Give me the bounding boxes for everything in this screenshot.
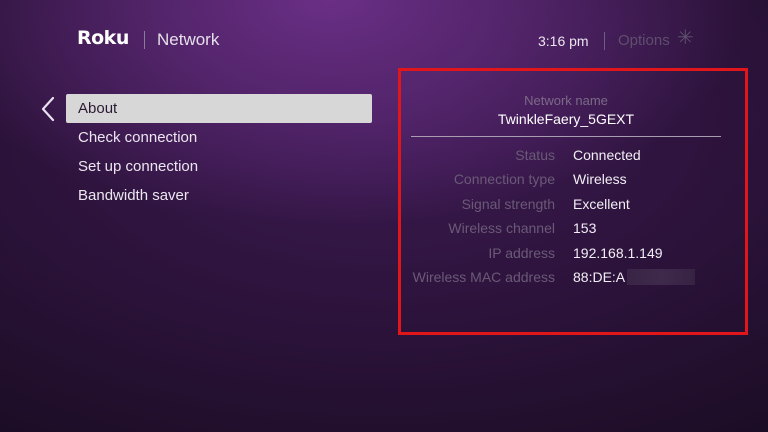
info-row-signal-strength: Signal strength Excellent bbox=[401, 196, 745, 216]
info-row-connection-type: Connection type Wireless bbox=[401, 171, 745, 191]
mac-address-text: 88:DE:A bbox=[573, 269, 626, 285]
network-name-label: Network name bbox=[524, 93, 608, 108]
settings-menu: About Check connection Set up connection… bbox=[66, 94, 372, 210]
redacted-block bbox=[627, 269, 696, 285]
clock: 3:16 pm bbox=[538, 33, 589, 49]
roku-logo: Roku bbox=[77, 27, 129, 49]
info-row-ip-address: IP address 192.168.1.149 bbox=[401, 245, 745, 265]
info-row-status: Status Connected bbox=[401, 147, 745, 167]
info-key: Status bbox=[515, 147, 555, 163]
menu-item-about[interactable]: About bbox=[66, 94, 372, 123]
page-title: Network bbox=[157, 30, 220, 49]
info-row-wireless-channel: Wireless channel 153 bbox=[401, 220, 745, 240]
network-divider bbox=[411, 136, 721, 137]
info-key: IP address bbox=[488, 245, 555, 261]
network-info-panel: Network name TwinkleFaery_5GEXT Status C… bbox=[398, 68, 748, 335]
info-key: Connection type bbox=[453, 171, 555, 187]
info-value-mac: 88:DE:A bbox=[573, 269, 696, 285]
info-value: Wireless bbox=[573, 171, 627, 187]
info-row-mac-address: Wireless MAC address 88:DE:A bbox=[401, 269, 745, 289]
info-key: Wireless channel bbox=[448, 220, 555, 236]
clock-divider bbox=[604, 32, 605, 50]
asterisk-icon[interactable]: ✳ bbox=[677, 28, 694, 48]
chevron-left-icon[interactable] bbox=[38, 96, 58, 122]
info-value: 192.168.1.149 bbox=[573, 245, 663, 261]
network-name-value: TwinkleFaery_5GEXT bbox=[497, 111, 635, 127]
info-key: Signal strength bbox=[461, 196, 555, 212]
menu-item-set-up-connection[interactable]: Set up connection bbox=[66, 152, 372, 181]
menu-item-bandwidth-saver[interactable]: Bandwidth saver bbox=[66, 181, 372, 210]
info-value: Excellent bbox=[573, 196, 630, 212]
header-divider bbox=[144, 31, 145, 49]
info-value: Connected bbox=[573, 147, 641, 163]
info-value: 153 bbox=[573, 220, 597, 236]
options-label[interactable]: Options bbox=[618, 32, 670, 49]
info-key: Wireless MAC address bbox=[412, 269, 555, 285]
menu-item-check-connection[interactable]: Check connection bbox=[66, 123, 372, 152]
